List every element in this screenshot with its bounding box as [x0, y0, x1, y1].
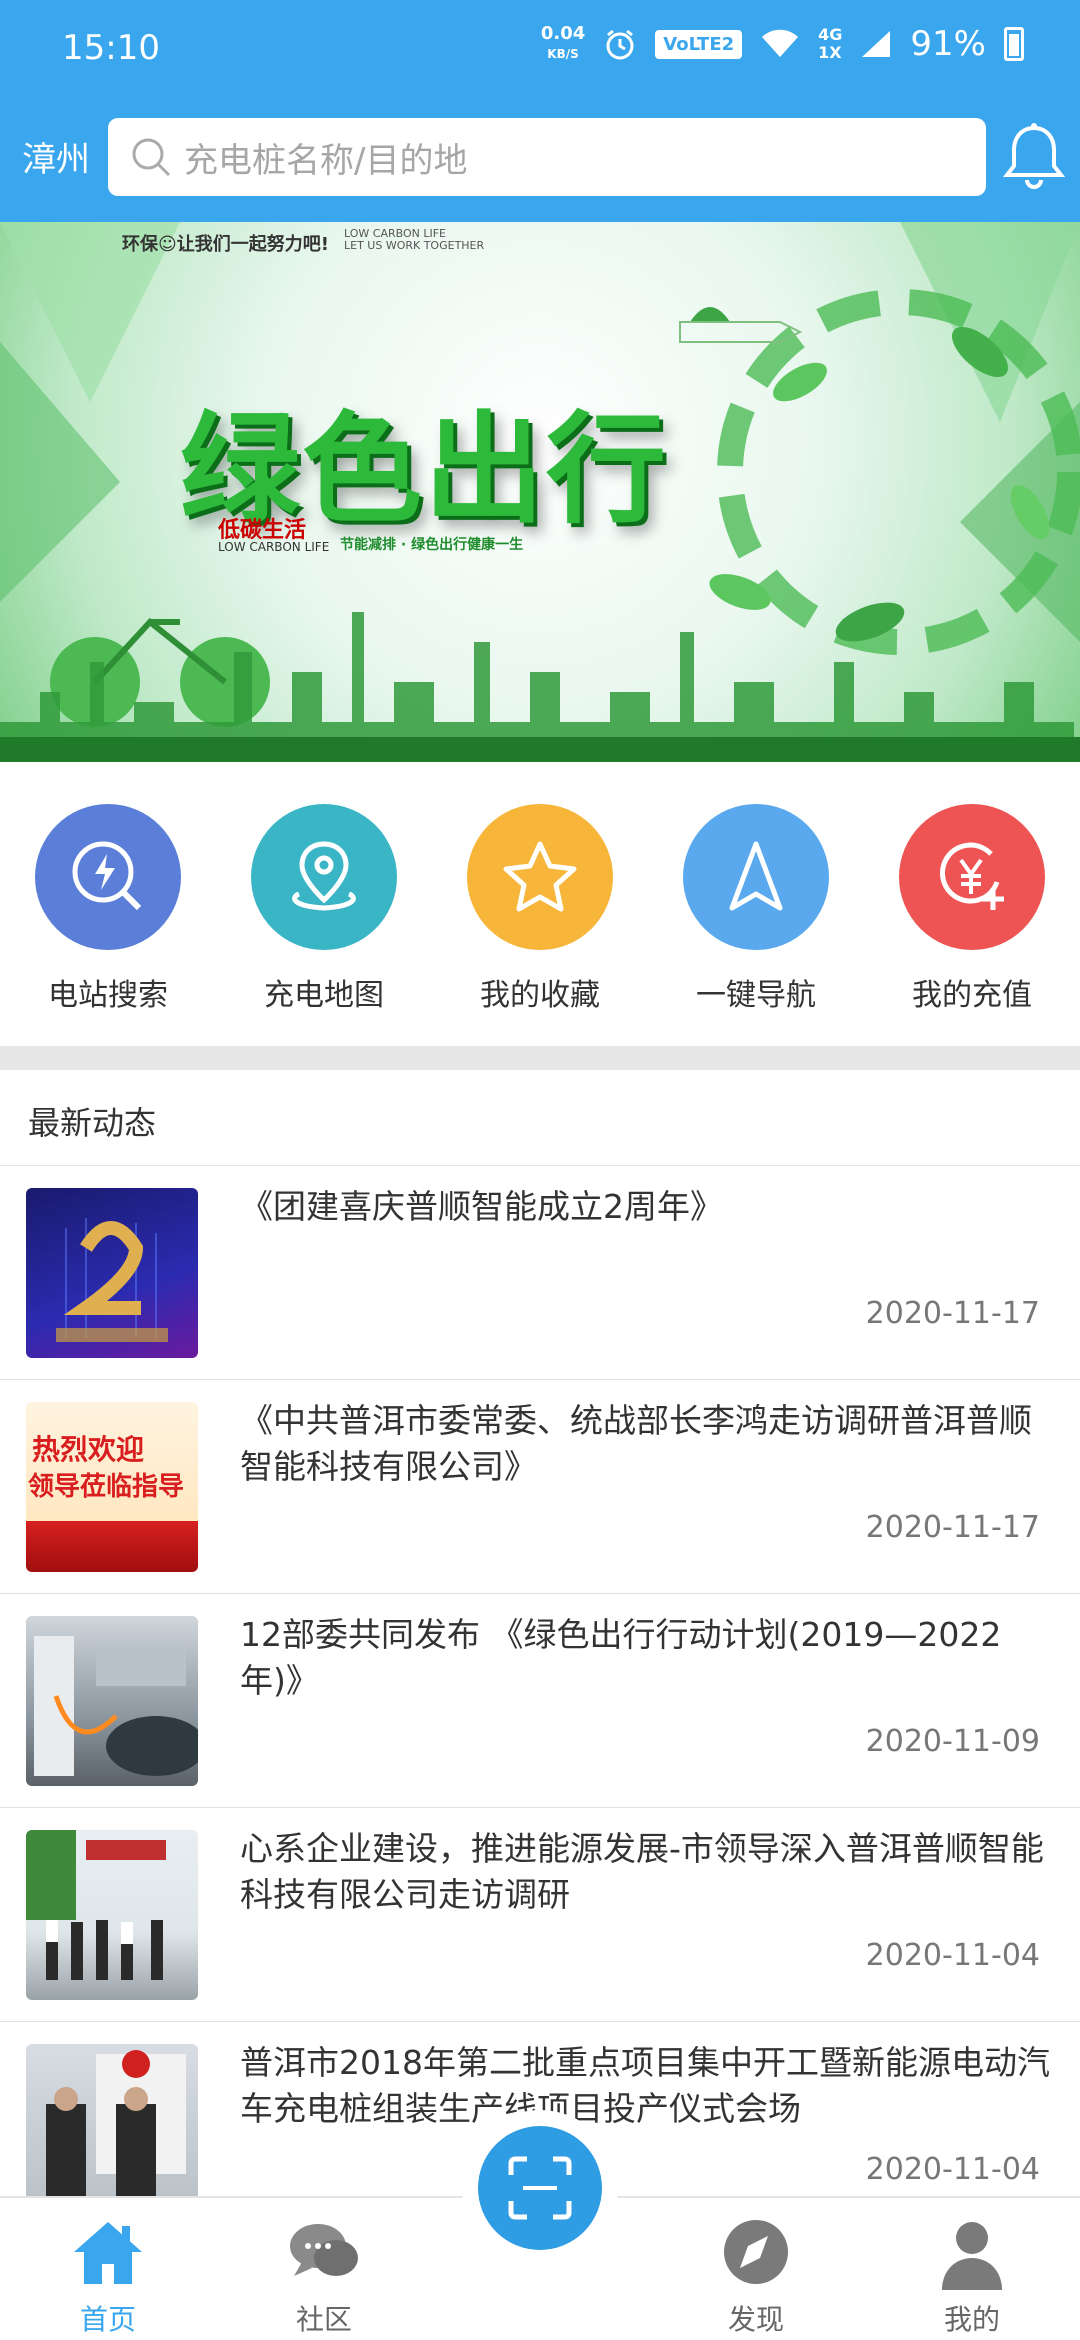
news-thumbnail: 热烈欢迎 领导莅临指导	[26, 1402, 198, 1572]
news-date: 2020-11-17	[865, 1296, 1040, 1331]
status-time: 15:10	[62, 28, 160, 68]
section-divider	[0, 1046, 1080, 1070]
tagline-en-2: LET US WORK TOGETHER	[344, 239, 485, 252]
speed-unit: KB/S	[547, 47, 579, 61]
promo-banner[interactable]: 环保☺让我们一起努力吧! LOW CARBON LIFE LET US WORK…	[0, 222, 1080, 762]
thumb-text-guidance: 领导莅临指导	[28, 1472, 185, 1502]
city-selector[interactable]: 漳州	[22, 132, 90, 181]
star-icon	[467, 804, 613, 950]
network-speed: 0.04 KB/S	[541, 24, 585, 64]
tab-label: 我的	[943, 2303, 1000, 2336]
news-item[interactable]: 热烈欢迎 领导莅临指导 《中共普洱市委常委、统战部长李鸿走访调研普洱普顺智能科技…	[0, 1380, 1080, 1594]
menu-label: 我的充值	[912, 978, 1032, 1013]
news-item[interactable]: 心系企业建设，推进能源发展-市领导深入普洱普顺智能科技有限公司走访调研 2020…	[0, 1808, 1080, 2022]
volte-badge: VoLTE2	[655, 29, 743, 59]
menu-station-search[interactable]: 电站搜索	[8, 804, 208, 1014]
battery-percent: 91%	[910, 24, 986, 64]
compass-icon	[724, 2220, 788, 2284]
banner-tagline: 环保☺让我们一起努力吧!	[122, 234, 329, 255]
news-title: 心系企业建设，推进能源发展-市领导深入普洱普顺智能科技有限公司走访调研	[240, 1829, 1044, 1914]
tab-label: 发现	[727, 2303, 784, 2336]
tab-label: 首页	[79, 2303, 136, 2336]
chat-bubbles-icon	[290, 2224, 358, 2276]
menu-label: 一键导航	[696, 978, 816, 1013]
search-bar[interactable]: 充电桩名称/目的地	[108, 118, 986, 196]
bell-icon[interactable]	[1002, 122, 1066, 192]
status-bar: 15:10 0.04 KB/S VoLTE2 4G 1X 91%	[0, 0, 1080, 100]
speed-value: 0.04	[540, 23, 586, 44]
news-section-title: 最新动态	[28, 1104, 157, 1142]
user-icon	[942, 2222, 1002, 2290]
alarm-icon	[606, 29, 634, 60]
menu-navigation[interactable]: 一键导航	[656, 804, 856, 1014]
battery-icon	[1004, 27, 1024, 61]
quick-menu: 电站搜索 充电地图 我的收藏 一键导航 我的充值	[0, 762, 1080, 1046]
app-header: 15:10 0.04 KB/S VoLTE2 4G 1X 91% 漳州 充电桩名…	[0, 0, 1080, 222]
news-section-header: 最新动态	[0, 1070, 1080, 1166]
status-icons: 0.04 KB/S VoLTE2 4G 1X 91%	[541, 24, 1024, 64]
banner-sub-en: LOW CARBON LIFE	[218, 540, 330, 554]
news-title: 《中共普洱市委常委、统战部长李鸿走访调研普洱普顺智能科技有限公司》	[240, 1401, 1032, 1486]
news-date: 2020-11-04	[865, 1938, 1040, 1973]
home-icon	[74, 2222, 142, 2284]
news-thumbnail	[26, 1616, 198, 1786]
tab-home[interactable]: 首页	[0, 2198, 216, 2340]
menu-recharge[interactable]: 我的充值	[872, 804, 1072, 1014]
menu-label: 我的收藏	[480, 978, 600, 1013]
scan-icon	[508, 2156, 572, 2220]
banner-tagline-en: LOW CARBON LIFE LET US WORK TOGETHER	[344, 228, 484, 252]
map-pin-icon	[251, 804, 397, 950]
station-search-icon	[35, 804, 181, 950]
network-top: 4G	[818, 25, 843, 44]
thumb-text-welcome: 热烈欢迎	[32, 1433, 145, 1466]
news-title: 《团建喜庆普顺智能成立2周年》	[240, 1187, 723, 1226]
wifi-icon	[762, 29, 799, 57]
news-date: 2020-11-04	[865, 2152, 1040, 2187]
news-thumbnail	[26, 1188, 198, 1358]
recharge-icon	[899, 804, 1045, 950]
news-thumbnail	[26, 1830, 198, 2000]
news-date: 2020-11-17	[865, 1510, 1040, 1545]
network-type: 4G 1X	[818, 26, 842, 62]
news-title: 12部委共同发布 《绿色出行行动计划(2019—2022年)》	[240, 1615, 1002, 1700]
search-icon	[132, 138, 171, 177]
menu-label: 电站搜索	[48, 978, 168, 1013]
tab-discover[interactable]: 发现	[648, 2198, 864, 2340]
scan-button[interactable]	[478, 2126, 602, 2250]
menu-charge-map[interactable]: 充电地图	[224, 804, 424, 1014]
menu-favorites[interactable]: 我的收藏	[440, 804, 640, 1014]
signal-icon	[862, 31, 891, 57]
banner-motto: 节能减排 · 绿色出行健康一生	[340, 537, 524, 553]
news-title: 普洱市2018年第二批重点项目集中开工暨新能源电动汽车充电桩组装生产线项目投产仪…	[240, 2043, 1050, 2128]
network-bottom: 1X	[818, 43, 842, 62]
tab-community[interactable]: 社区	[216, 2198, 432, 2340]
menu-label: 充电地图	[264, 978, 384, 1013]
navigation-icon	[683, 804, 829, 950]
news-thumbnail	[26, 2044, 198, 2214]
search-placeholder: 充电桩名称/目的地	[184, 140, 468, 181]
news-date: 2020-11-09	[865, 1724, 1040, 1759]
news-item[interactable]: 12部委共同发布 《绿色出行行动计划(2019—2022年)》 2020-11-…	[0, 1594, 1080, 1808]
news-item[interactable]: 《团建喜庆普顺智能成立2周年》 2020-11-17	[0, 1166, 1080, 1380]
tab-mine[interactable]: 我的	[864, 2198, 1080, 2340]
tab-label: 社区	[295, 2303, 352, 2336]
